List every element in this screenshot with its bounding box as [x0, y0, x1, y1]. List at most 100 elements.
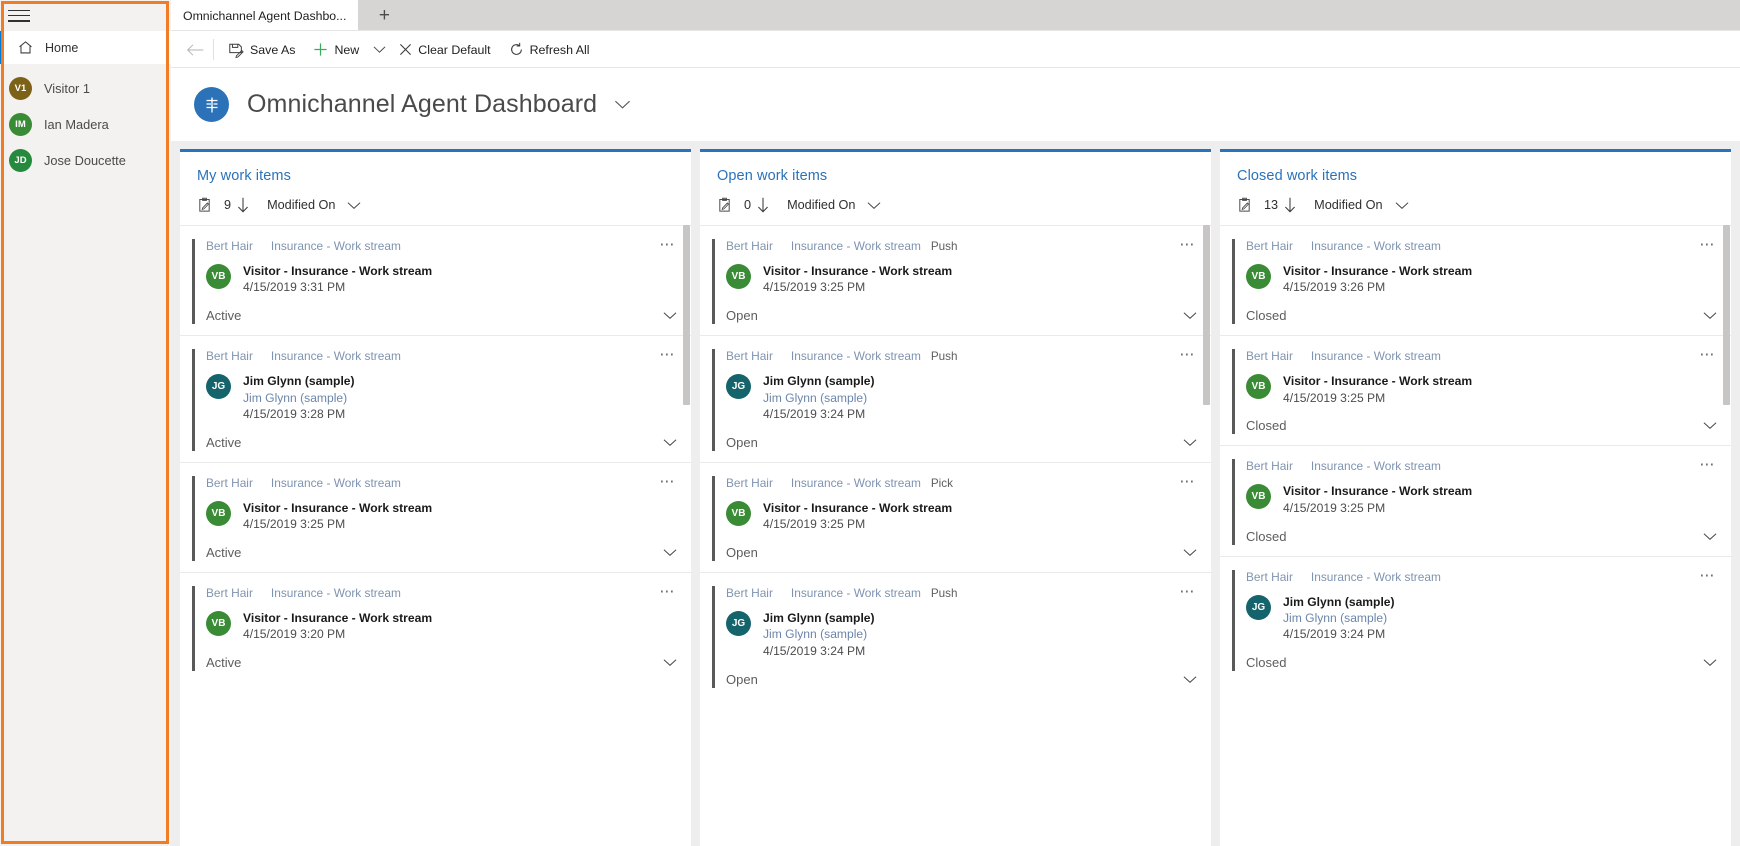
- card-owner-link[interactable]: Bert Hair: [726, 476, 773, 490]
- card-more-options-icon[interactable]: ⋯: [655, 472, 680, 491]
- work-item-card[interactable]: ⋯ Bert Hair Insurance - Work stream Pick VB V…: [700, 461, 1211, 572]
- card-expand-chevron-down-icon[interactable]: [663, 548, 677, 557]
- card-owner-link[interactable]: Bert Hair: [726, 349, 773, 363]
- work-item-card[interactable]: ⋯ Bert Hair Insurance - Work stream JG Jim G…: [180, 335, 691, 462]
- card-more-options-icon[interactable]: ⋯: [655, 235, 680, 254]
- sort-direction-arrow-down-icon[interactable]: [1284, 197, 1296, 213]
- card-owner-link[interactable]: Bert Hair: [206, 239, 253, 253]
- column-scrollbar[interactable]: [1202, 225, 1211, 846]
- sidebar-person-row[interactable]: IM Ian Madera: [0, 106, 171, 142]
- card-subtitle-link[interactable]: Jim Glynn (sample): [243, 390, 355, 406]
- card-owner-link[interactable]: Bert Hair: [1246, 459, 1293, 473]
- dashboard-selector-chevron-down-icon[interactable]: [614, 99, 631, 110]
- card-more-options-icon[interactable]: ⋯: [655, 582, 680, 601]
- card-workstream-link[interactable]: Insurance - Work stream: [791, 239, 921, 253]
- card-expand-chevron-down-icon[interactable]: [663, 438, 677, 447]
- card-more-options-icon[interactable]: ⋯: [1695, 235, 1720, 254]
- card-owner-link[interactable]: Bert Hair: [726, 239, 773, 253]
- card-more-options-icon[interactable]: ⋯: [1175, 235, 1200, 254]
- work-item-card[interactable]: ⋯ Bert Hair Insurance - Work stream VB Visit…: [1220, 225, 1731, 335]
- card-expand-chevron-down-icon[interactable]: [1183, 548, 1197, 557]
- avatar: JG: [726, 374, 751, 400]
- work-item-card[interactable]: ⋯ Bert Hair Insurance - Work stream VB Visit…: [1220, 335, 1731, 445]
- card-workstream-link[interactable]: Insurance - Work stream: [271, 476, 401, 490]
- sort-direction-arrow-down-icon[interactable]: [757, 197, 769, 213]
- card-expand-chevron-down-icon[interactable]: [1703, 532, 1717, 541]
- plus-icon[interactable]: +: [374, 6, 394, 25]
- new-tab-area[interactable]: +: [358, 0, 1740, 31]
- card-workstream-link[interactable]: Insurance - Work stream: [271, 586, 401, 600]
- new-dropdown-chevron-down-icon[interactable]: [368, 35, 390, 65]
- card-owner-link[interactable]: Bert Hair: [1246, 239, 1293, 253]
- card-owner-link[interactable]: Bert Hair: [726, 586, 773, 600]
- work-item-card[interactable]: ⋯ Bert Hair Insurance - Work stream VB Visit…: [180, 225, 691, 335]
- scrollbar-thumb[interactable]: [683, 225, 690, 405]
- new-button[interactable]: New: [304, 35, 368, 65]
- scrollbar-thumb[interactable]: [1723, 225, 1730, 405]
- card-expand-chevron-down-icon[interactable]: [663, 658, 677, 667]
- card-workstream-link[interactable]: Insurance - Work stream: [271, 239, 401, 253]
- sort-field-chevron-down-icon[interactable]: [347, 201, 361, 210]
- scrollbar-thumb[interactable]: [1203, 225, 1210, 405]
- card-expand-chevron-down-icon[interactable]: [1183, 438, 1197, 447]
- card-expand-chevron-down-icon[interactable]: [1703, 421, 1717, 430]
- card-more-options-icon[interactable]: ⋯: [1175, 472, 1200, 491]
- card-owner-link[interactable]: Bert Hair: [1246, 570, 1293, 584]
- save-as-button[interactable]: Save As: [219, 35, 304, 65]
- card-more-options-icon[interactable]: ⋯: [1695, 345, 1720, 364]
- card-owner-link[interactable]: Bert Hair: [206, 586, 253, 600]
- card-owner-link[interactable]: Bert Hair: [206, 349, 253, 363]
- card-expand-chevron-down-icon[interactable]: [1183, 311, 1197, 320]
- column-title[interactable]: Open work items: [717, 168, 1211, 184]
- column-sort-field[interactable]: Modified On: [787, 198, 855, 212]
- work-item-card[interactable]: ⋯ Bert Hair Insurance - Work stream Push JG J…: [700, 572, 1211, 699]
- sidebar-person-row[interactable]: JD Jose Doucette: [0, 142, 171, 178]
- card-expand-chevron-down-icon[interactable]: [663, 311, 677, 320]
- column-sort-field[interactable]: Modified On: [1314, 198, 1382, 212]
- card-more-options-icon[interactable]: ⋯: [655, 345, 680, 364]
- sidebar-item-home[interactable]: Home: [0, 31, 171, 64]
- card-workstream-link[interactable]: Insurance - Work stream: [791, 476, 921, 490]
- card-workstream-link[interactable]: Insurance - Work stream: [791, 349, 921, 363]
- card-workstream-link[interactable]: Insurance - Work stream: [1311, 239, 1441, 253]
- work-item-card[interactable]: ⋯ Bert Hair Insurance - Work stream VB Visit…: [1220, 445, 1731, 555]
- back-button[interactable]: [180, 35, 210, 65]
- sort-field-chevron-down-icon[interactable]: [867, 201, 881, 210]
- column-sort-field[interactable]: Modified On: [267, 198, 335, 212]
- card-more-options-icon[interactable]: ⋯: [1175, 345, 1200, 364]
- card-workstream-link[interactable]: Insurance - Work stream: [1311, 349, 1441, 363]
- card-subtitle-link[interactable]: Jim Glynn (sample): [763, 390, 875, 406]
- card-expand-chevron-down-icon[interactable]: [1703, 311, 1717, 320]
- card-expand-chevron-down-icon[interactable]: [1183, 675, 1197, 684]
- column-title[interactable]: Closed work items: [1237, 168, 1731, 184]
- clear-default-button[interactable]: Clear Default: [390, 35, 499, 65]
- card-more-options-icon[interactable]: ⋯: [1175, 582, 1200, 601]
- column-scrollbar[interactable]: [1722, 225, 1731, 846]
- work-item-card[interactable]: ⋯ Bert Hair Insurance - Work stream JG Jim G…: [1220, 555, 1731, 683]
- card-owner-link[interactable]: Bert Hair: [1246, 349, 1293, 363]
- card-workstream-link[interactable]: Insurance - Work stream: [791, 586, 921, 600]
- card-workstream-link[interactable]: Insurance - Work stream: [271, 349, 401, 363]
- card-subtitle-link[interactable]: Jim Glynn (sample): [1283, 610, 1395, 626]
- card-expand-chevron-down-icon[interactable]: [1703, 658, 1717, 667]
- hamburger-icon[interactable]: [8, 8, 30, 24]
- sort-direction-arrow-down-icon[interactable]: [237, 197, 249, 213]
- tab-omnichannel-agent-dashboard[interactable]: Omnichannel Agent Dashbo...: [171, 0, 359, 31]
- sitemap-toggle-row[interactable]: [0, 0, 171, 31]
- card-workstream-link[interactable]: Insurance - Work stream: [1311, 459, 1441, 473]
- column-scrollbar[interactable]: [682, 225, 691, 846]
- work-item-card[interactable]: ⋯ Bert Hair Insurance - Work stream VB Visit…: [180, 461, 691, 572]
- card-more-options-icon[interactable]: ⋯: [1695, 566, 1720, 585]
- card-more-options-icon[interactable]: ⋯: [1695, 455, 1720, 474]
- column-title[interactable]: My work items: [197, 168, 691, 184]
- work-item-card[interactable]: ⋯ Bert Hair Insurance - Work stream Push VB V…: [700, 225, 1211, 335]
- card-owner-link[interactable]: Bert Hair: [206, 476, 253, 490]
- refresh-all-button[interactable]: Refresh All: [500, 35, 599, 65]
- card-subtitle-link[interactable]: Jim Glynn (sample): [763, 626, 875, 642]
- card-workstream-link[interactable]: Insurance - Work stream: [1311, 570, 1441, 584]
- sort-field-chevron-down-icon[interactable]: [1395, 201, 1409, 210]
- sidebar-person-row[interactable]: V1 Visitor 1: [0, 70, 171, 106]
- status-badge: Closed: [1246, 418, 1287, 434]
- work-item-card[interactable]: ⋯ Bert Hair Insurance - Work stream VB Visit…: [180, 572, 691, 682]
- work-item-card[interactable]: ⋯ Bert Hair Insurance - Work stream Push JG J…: [700, 335, 1211, 462]
